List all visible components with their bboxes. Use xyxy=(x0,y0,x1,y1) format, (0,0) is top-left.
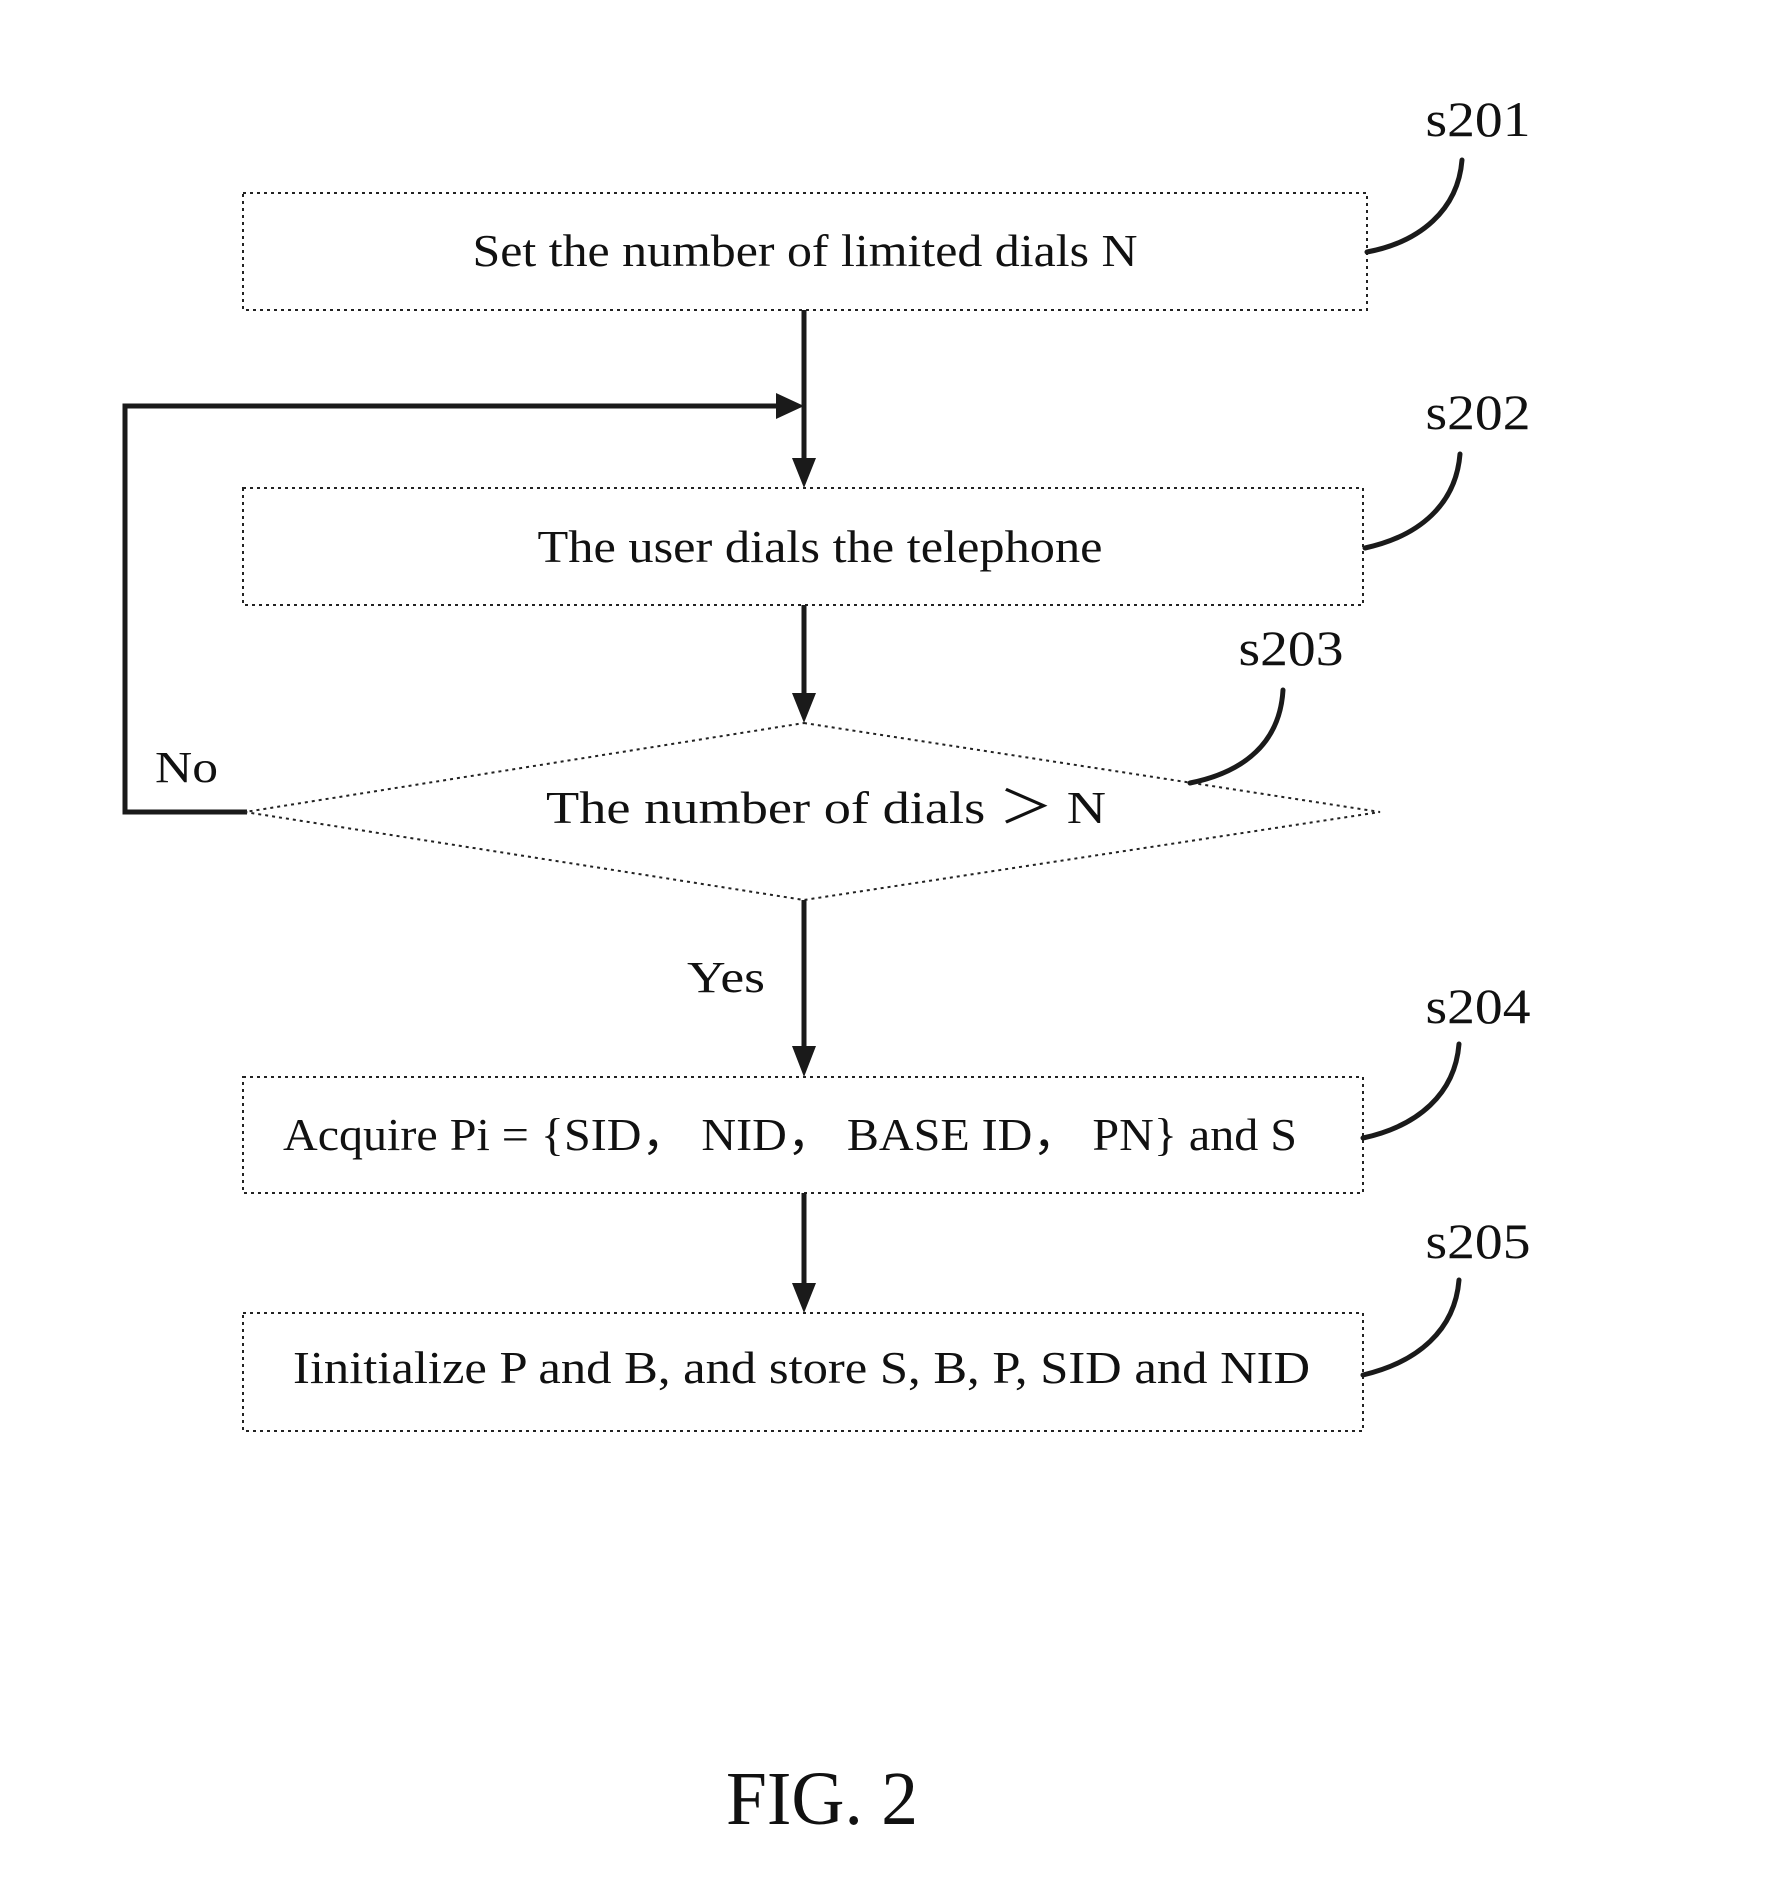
leader-line-s205 xyxy=(1360,1277,1462,1378)
step-s202: The user dials the telephone s202 xyxy=(242,384,1531,606)
arrowhead-down-icon xyxy=(792,1283,816,1313)
leader-line-s202 xyxy=(1362,451,1463,551)
step-label-s204: s204 xyxy=(1426,978,1531,1034)
flowchart: Set the number of limited dials N s201 T… xyxy=(122,91,1531,1841)
step-text-s201: Set the number of limited dials N xyxy=(473,225,1138,276)
leader-line-s201 xyxy=(1364,157,1465,255)
branch-label-yes: Yes xyxy=(687,953,765,1002)
step-label-s205: s205 xyxy=(1426,1213,1531,1269)
step-s204: Acquire Pi = {SID， NID， BASE ID， PN} and… xyxy=(242,978,1531,1194)
step-text-s205: Iinitialize P and B, and store S, B, P, … xyxy=(293,1342,1310,1393)
arrowhead-right-icon xyxy=(776,393,804,419)
leader-line-s204 xyxy=(1360,1041,1462,1141)
step-s205: Iinitialize P and B, and store S, B, P, … xyxy=(242,1213,1531,1432)
step-label-s202: s202 xyxy=(1426,384,1531,440)
branch-label-no: No xyxy=(155,743,218,792)
step-s201: Set the number of limited dials N s201 xyxy=(242,91,1531,311)
arrowhead-down-icon xyxy=(792,1046,816,1077)
figure-caption: FIG. 2 xyxy=(726,1757,918,1841)
arrowhead-down-icon xyxy=(792,458,816,488)
step-s203: The number of dials ＞ N s203 xyxy=(244,620,1381,902)
leader-line-s203 xyxy=(1187,687,1286,786)
step-text-s203: The number of dials ＞ N xyxy=(546,782,1106,833)
step-text-s204: Acquire Pi = {SID， NID， BASE ID， PN} and… xyxy=(283,1109,1297,1160)
step-label-s201: s201 xyxy=(1426,91,1531,147)
arrowhead-down-icon xyxy=(792,693,816,723)
step-label-s203: s203 xyxy=(1239,620,1344,676)
loop-back-line-no xyxy=(122,403,780,815)
step-text-s202: The user dials the telephone xyxy=(538,521,1103,572)
